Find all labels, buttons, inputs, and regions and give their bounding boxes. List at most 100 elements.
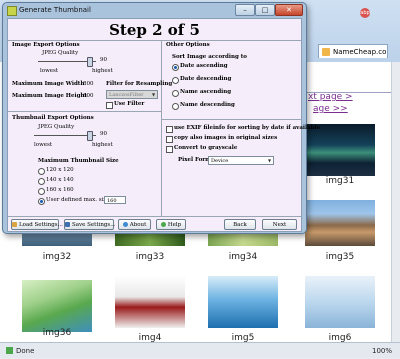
zoom-level[interactable]: 100% <box>372 343 392 359</box>
dialog-client: Step 2 of 5 Image Export Options JPEG Qu… <box>7 18 320 232</box>
help-button[interactable]: Help <box>156 219 186 230</box>
about-label: About <box>129 222 147 228</box>
thumbnail-caption[interactable]: img36 <box>22 328 92 338</box>
save-icon <box>65 222 70 227</box>
use-filter-checkbox[interactable] <box>106 102 113 109</box>
user-size-label: User defined max. size <box>46 197 110 203</box>
thumbnail-export-heading: Thumbnail Export Options <box>12 115 94 121</box>
thumbnail-caption[interactable]: img32 <box>22 252 92 262</box>
thumbnail-image[interactable] <box>22 280 92 332</box>
use-filter-label: Use Filter <box>114 101 145 107</box>
thumbnail-caption[interactable]: img33 <box>115 252 185 262</box>
exif-sort-label: use EXIF fileinfo for sorting by date if… <box>174 125 321 131</box>
load-settings-button[interactable]: Load Settings... <box>11 219 63 230</box>
column-divider <box>161 40 162 216</box>
close-button[interactable]: ✕ <box>275 4 303 16</box>
thumb-quality-value: 90 <box>100 131 107 137</box>
image-jpeg-quality-label: JPEG Quality <box>42 50 79 56</box>
copy-originals-label: copy also images in original sizes <box>174 135 278 141</box>
help-label: Help <box>167 222 182 228</box>
sort-date-desc-radio[interactable] <box>172 77 179 84</box>
size-160-radio[interactable] <box>38 188 45 195</box>
thumbnail-image[interactable] <box>208 232 278 246</box>
sort-name-asc-label: Name ascending <box>180 89 232 95</box>
size-120-radio[interactable] <box>38 168 45 175</box>
thumbnail-caption[interactable]: img35 <box>305 252 375 262</box>
dialog-titlebar[interactable]: Generate Thumbnail – □ ✕ <box>3 3 306 17</box>
filter-label: Filter for Resampling <box>106 81 173 87</box>
folder-icon <box>12 222 17 227</box>
status-bar: Done 100% <box>0 342 400 358</box>
other-options-heading: Other Options <box>166 42 210 48</box>
page-scrollbar[interactable] <box>391 62 400 342</box>
back-button[interactable]: Back <box>224 219 256 230</box>
max-thumb-size-heading: Maximum Thumbnail Size <box>38 158 119 164</box>
sort-date-asc-radio[interactable] <box>172 64 179 71</box>
max-width-label: Maximum Image Width <box>12 81 85 87</box>
section-divider <box>161 119 301 120</box>
header-divider <box>8 40 301 41</box>
step-title: Step 2 of 5 <box>109 21 200 39</box>
size-140-radio[interactable] <box>38 178 45 185</box>
filter-dropdown[interactable]: LanczosFilter ▼ <box>106 90 158 99</box>
user-size-input[interactable]: 160 <box>104 196 126 204</box>
save-settings-button[interactable]: Save Settings... <box>64 219 116 230</box>
sort-date-asc-label: Date ascending <box>180 63 228 69</box>
minimize-button[interactable]: – <box>235 4 255 16</box>
grayscale-label: Convert to grayscale <box>174 145 238 151</box>
max-height-label: Maximum Image Height <box>12 93 87 99</box>
dialog-title: Generate Thumbnail <box>19 6 91 14</box>
sort-heading: Sort Image according to <box>172 54 247 60</box>
image-quality-lowest: lowest <box>40 68 59 74</box>
exif-sort-checkbox[interactable] <box>166 126 173 133</box>
thumbnail-image[interactable] <box>305 124 375 176</box>
status-done-icon <box>6 347 13 354</box>
image-quality-highest: highest <box>92 68 113 74</box>
footer-divider <box>8 216 301 217</box>
filter-value: LanczosFilter <box>109 92 144 98</box>
thumbnail-caption[interactable]: img31 <box>305 176 375 186</box>
thumb-jpeg-quality-label: JPEG Quality <box>38 124 75 130</box>
max-width-value[interactable]: 800 <box>83 81 94 87</box>
next-page-link[interactable]: xt page > <box>308 92 353 102</box>
thumbnail-image[interactable] <box>115 276 185 328</box>
pixel-format-value: Device <box>211 158 229 164</box>
section-divider <box>8 111 161 112</box>
thumbnail-image[interactable] <box>22 232 92 246</box>
sort-name-desc-radio[interactable] <box>172 103 179 110</box>
max-height-value[interactable]: 600 <box>83 93 94 99</box>
thumbnail-caption[interactable]: img34 <box>208 252 278 262</box>
next-button[interactable]: Next <box>262 219 297 230</box>
chevron-down-icon: ▼ <box>151 92 156 97</box>
grayscale-checkbox[interactable] <box>166 146 173 153</box>
about-button[interactable]: About <box>118 219 151 230</box>
favicon-icon <box>322 48 330 56</box>
image-quality-slider-thumb[interactable] <box>87 57 94 67</box>
size-120-label: 120 x 120 <box>46 167 74 173</box>
thumbnail-image[interactable] <box>115 232 185 246</box>
adblock-icon[interactable]: abp <box>360 8 370 18</box>
image-export-heading: Image Export Options <box>12 42 80 48</box>
load-settings-label: Load Settings... <box>19 222 63 228</box>
size-160-label: 160 x 160 <box>46 187 74 193</box>
thumbnail-image[interactable] <box>208 276 278 328</box>
maximize-button[interactable]: □ <box>255 4 275 16</box>
thumbnail-image[interactable] <box>305 276 375 328</box>
info-icon <box>122 222 128 227</box>
sort-date-desc-label: Date descending <box>180 76 232 82</box>
thumb-quality-highest: highest <box>92 142 113 148</box>
copy-originals-checkbox[interactable] <box>166 136 173 143</box>
image-quality-value: 90 <box>100 57 107 63</box>
browser-tab[interactable]: NameCheap.co... <box>318 44 388 58</box>
last-page-link[interactable]: age >> <box>313 104 348 114</box>
thumb-quality-slider-thumb[interactable] <box>86 131 93 141</box>
pixel-format-dropdown[interactable]: Device ▼ <box>208 156 274 165</box>
status-text: Done <box>16 347 35 355</box>
help-icon <box>160 222 166 227</box>
sort-name-asc-radio[interactable] <box>172 90 179 97</box>
generate-thumbnail-dialog: Generate Thumbnail – □ ✕ Step 2 of 5 Ima… <box>2 2 320 234</box>
thumbnail-image[interactable] <box>305 200 375 246</box>
browser-tab-label: NameCheap.co... <box>333 48 388 56</box>
save-settings-label: Save Settings... <box>72 222 116 228</box>
user-size-radio[interactable] <box>38 198 45 205</box>
